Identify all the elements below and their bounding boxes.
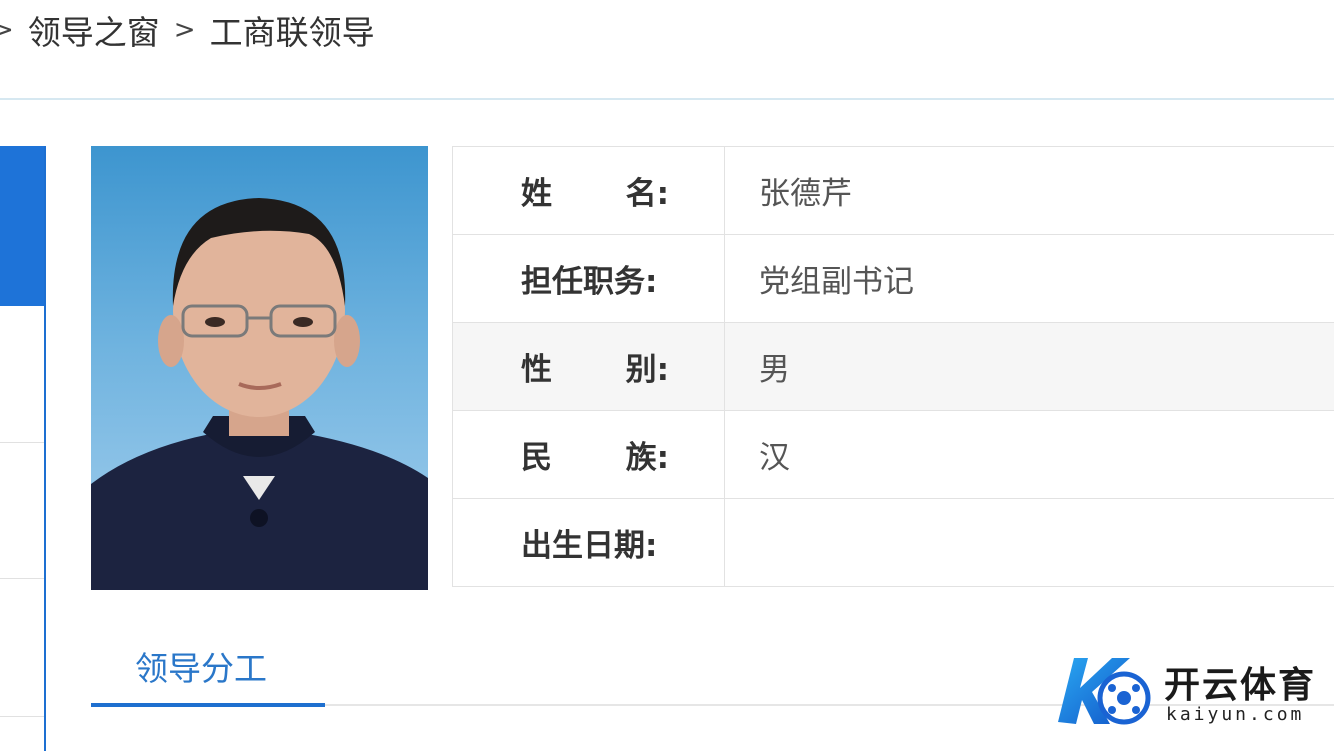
breadcrumb: > 领导之窗 > 工商联领导: [0, 0, 375, 60]
profile-value: [724, 498, 1334, 587]
profile-value: 男: [724, 322, 1334, 411]
profile-row-position: 担任职务: 党组副书记: [452, 234, 1334, 323]
profile-label-char: 族:: [625, 440, 669, 476]
profile-value: 党组副书记: [724, 234, 1334, 323]
profile-label: 姓 名:: [452, 146, 725, 235]
kaiyun-logo-icon: [1058, 658, 1151, 725]
sidebar: [0, 146, 46, 751]
profile-label: 出生日期:: [452, 498, 725, 587]
profile-value: 张德芹: [724, 146, 1334, 235]
sidebar-item-active[interactable]: [0, 146, 44, 306]
profile-row-gender: 性 别: 男: [452, 322, 1334, 411]
tab-leadership-duties[interactable]: 领导分工: [135, 642, 267, 690]
watermark-logo: 开云体育 kaiyun.com: [1048, 652, 1328, 732]
profile-label-char: 别:: [625, 352, 669, 388]
profile-label: 担任职务:: [452, 234, 725, 323]
profile-label-char: 名:: [625, 176, 669, 212]
sidebar-divider: [0, 442, 44, 443]
profile-value: 汉: [724, 410, 1334, 499]
portrait-illustration: [91, 198, 428, 590]
profile-info-table: 姓 名: 张德芹 担任职务: 党组副书记 性 别: 男 民 族: 汉 出生日期:: [452, 146, 1334, 587]
sidebar-divider: [0, 716, 44, 717]
profile-label-char: 民: [521, 440, 552, 476]
watermark-brand-text: 开云体育: [1164, 665, 1317, 706]
profile-label-char: 姓: [521, 176, 552, 212]
profile-label-char: 性: [521, 352, 552, 388]
profile-label: 民 族:: [452, 410, 725, 499]
profile-label: 性 别:: [452, 322, 725, 411]
profile-row-birthdate: 出生日期:: [452, 498, 1334, 587]
leader-portrait-photo: [91, 146, 428, 590]
profile-row-ethnicity: 民 族: 汉: [452, 410, 1334, 499]
breadcrumb-separator: >: [173, 15, 196, 45]
watermark-url: kaiyun.com: [1166, 704, 1305, 725]
profile-row-name: 姓 名: 张德芹: [452, 146, 1334, 235]
breadcrumb-item-leaders-window[interactable]: 领导之窗: [28, 6, 160, 54]
tab-active-underline: [91, 703, 325, 707]
breadcrumb-separator: >: [0, 15, 14, 45]
breadcrumb-item-federation-leaders[interactable]: 工商联领导: [210, 6, 375, 54]
sidebar-divider: [0, 578, 44, 579]
header-divider: [0, 98, 1334, 100]
